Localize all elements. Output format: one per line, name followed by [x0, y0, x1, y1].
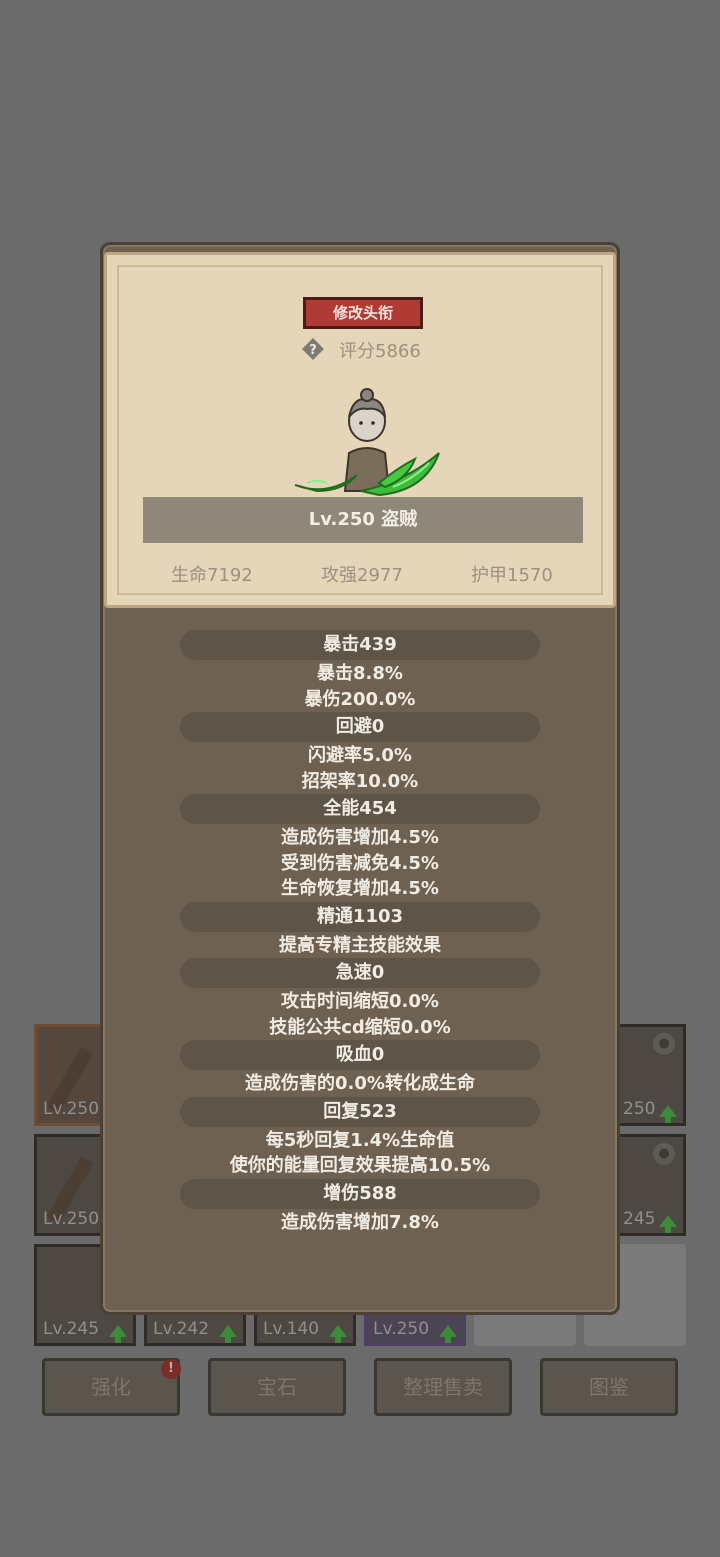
enhance-label: 强化 — [91, 1375, 131, 1399]
slot-level: 250 — [623, 1099, 656, 1119]
stat-header: 精通1103 — [180, 901, 540, 932]
gem-button[interactable]: 宝石 — [208, 1358, 346, 1416]
stat-line: 闪避率5.0% — [308, 745, 412, 766]
slot-level: Lv.250 — [43, 1209, 100, 1229]
stat-line: 每5秒回复1.4%生命值 — [265, 1129, 455, 1151]
life-stat: 生命7192 — [171, 565, 253, 586]
slot-level: 245 — [623, 1209, 656, 1229]
stat-line: 造成伤害增加7.8% — [281, 1211, 439, 1233]
enhance-button[interactable]: 强化 ! — [42, 1358, 181, 1416]
stat-group-crit: 暴击439 暴击8.8% 暴伤200.0% — [104, 630, 616, 712]
sort-sell-label: 整理售卖 — [403, 1375, 483, 1399]
slot-level: Lv.140 — [263, 1319, 320, 1339]
armor-stat: 护甲1570 — [471, 565, 553, 586]
stats-list: 暴击439 暴击8.8% 暴伤200.0% 回避0 闪避率5.0% 招架率10.… — [104, 630, 616, 1235]
stat-group-recovery: 回复523 每5秒回复1.4%生命值 使你的能量回复效果提高10.5% — [104, 1096, 616, 1179]
stat-header: 回复523 — [180, 1096, 540, 1127]
stat-line: 暴伤200.0% — [304, 688, 416, 710]
upgrade-arrow-icon — [329, 1325, 347, 1343]
slot-level: Lv.242 — [153, 1319, 210, 1339]
lock-icon: ● — [653, 1143, 675, 1165]
alert-badge-icon: ! — [161, 1359, 181, 1379]
upgrade-arrow-icon — [439, 1325, 457, 1343]
stat-header: 回避0 — [180, 712, 540, 742]
stat-group-versatility: 全能454 造成伤害增加4.5% 受到伤害减免4.5% 生命恢复增加4.5% — [104, 794, 616, 902]
stat-line: 暴击8.8% — [317, 663, 403, 684]
stat-line: 使你的能量回复效果提高10.5% — [229, 1155, 491, 1176]
help-icon[interactable]: ? — [301, 337, 325, 361]
stat-line: 技能公共cd缩短0.0% — [269, 1016, 451, 1038]
lock-icon: ● — [653, 1033, 675, 1055]
svg-text:?: ? — [309, 343, 317, 358]
codex-label: 图鉴 — [589, 1375, 629, 1399]
stat-line: 造成伤害的0.0%转化成生命 — [245, 1073, 475, 1094]
gem-label: 宝石 — [257, 1375, 297, 1399]
hero-avatar — [294, 388, 440, 497]
upgrade-arrow-icon — [109, 1325, 127, 1343]
stat-group-damage-bonus: 增伤588 造成伤害增加7.8% — [104, 1178, 616, 1236]
slot-level: Lv.250 — [373, 1319, 430, 1339]
sort-sell-button[interactable]: 整理售卖 — [374, 1358, 512, 1416]
upgrade-arrow-icon — [219, 1325, 237, 1343]
codex-button[interactable]: 图鉴 — [540, 1358, 678, 1416]
stat-group-dodge: 回避0 闪避率5.0% 招架率10.0% — [104, 712, 616, 794]
stat-group-mastery: 精通1103 提高专精主技能效果 — [104, 901, 616, 959]
stat-line: 攻击时间缩短0.0% — [281, 991, 439, 1012]
stat-header: 吸血0 — [180, 1040, 540, 1070]
change-title-button[interactable]: 修改头衔 — [303, 297, 423, 329]
stat-group-lifesteal: 吸血0 造成伤害的0.0%转化成生命 — [104, 1040, 616, 1097]
slot-level: Lv.245 — [43, 1319, 100, 1339]
hero-name-bar: Lv.250 盗贼 — [143, 497, 583, 543]
score-text: 评分5866 — [339, 341, 421, 362]
stat-header: 全能454 — [180, 794, 540, 824]
stat-group-haste: 急速0 攻击时间缩短0.0% 技能公共cd缩短0.0% — [104, 958, 616, 1040]
stat-line: 造成伤害增加4.5% — [281, 827, 439, 848]
stat-header: 暴击439 — [180, 630, 540, 660]
stat-line: 受到伤害减免4.5% — [281, 852, 439, 874]
stat-line: 生命恢复增加4.5% — [281, 878, 439, 899]
stat-line: 提高专精主技能效果 — [279, 934, 441, 956]
slot-level: Lv.250 — [43, 1099, 100, 1119]
upgrade-arrow-icon — [659, 1215, 677, 1233]
upgrade-arrow-icon — [659, 1105, 677, 1123]
stat-line: 招架率10.0% — [301, 770, 419, 792]
stat-header: 增伤588 — [180, 1178, 540, 1209]
character-card: 修改头衔 ? 评分5866 Lv.250 盗贼 生命7192 攻强2977 护甲… — [104, 252, 616, 608]
attack-stat: 攻强2977 — [321, 565, 403, 586]
stat-header: 急速0 — [180, 958, 540, 988]
